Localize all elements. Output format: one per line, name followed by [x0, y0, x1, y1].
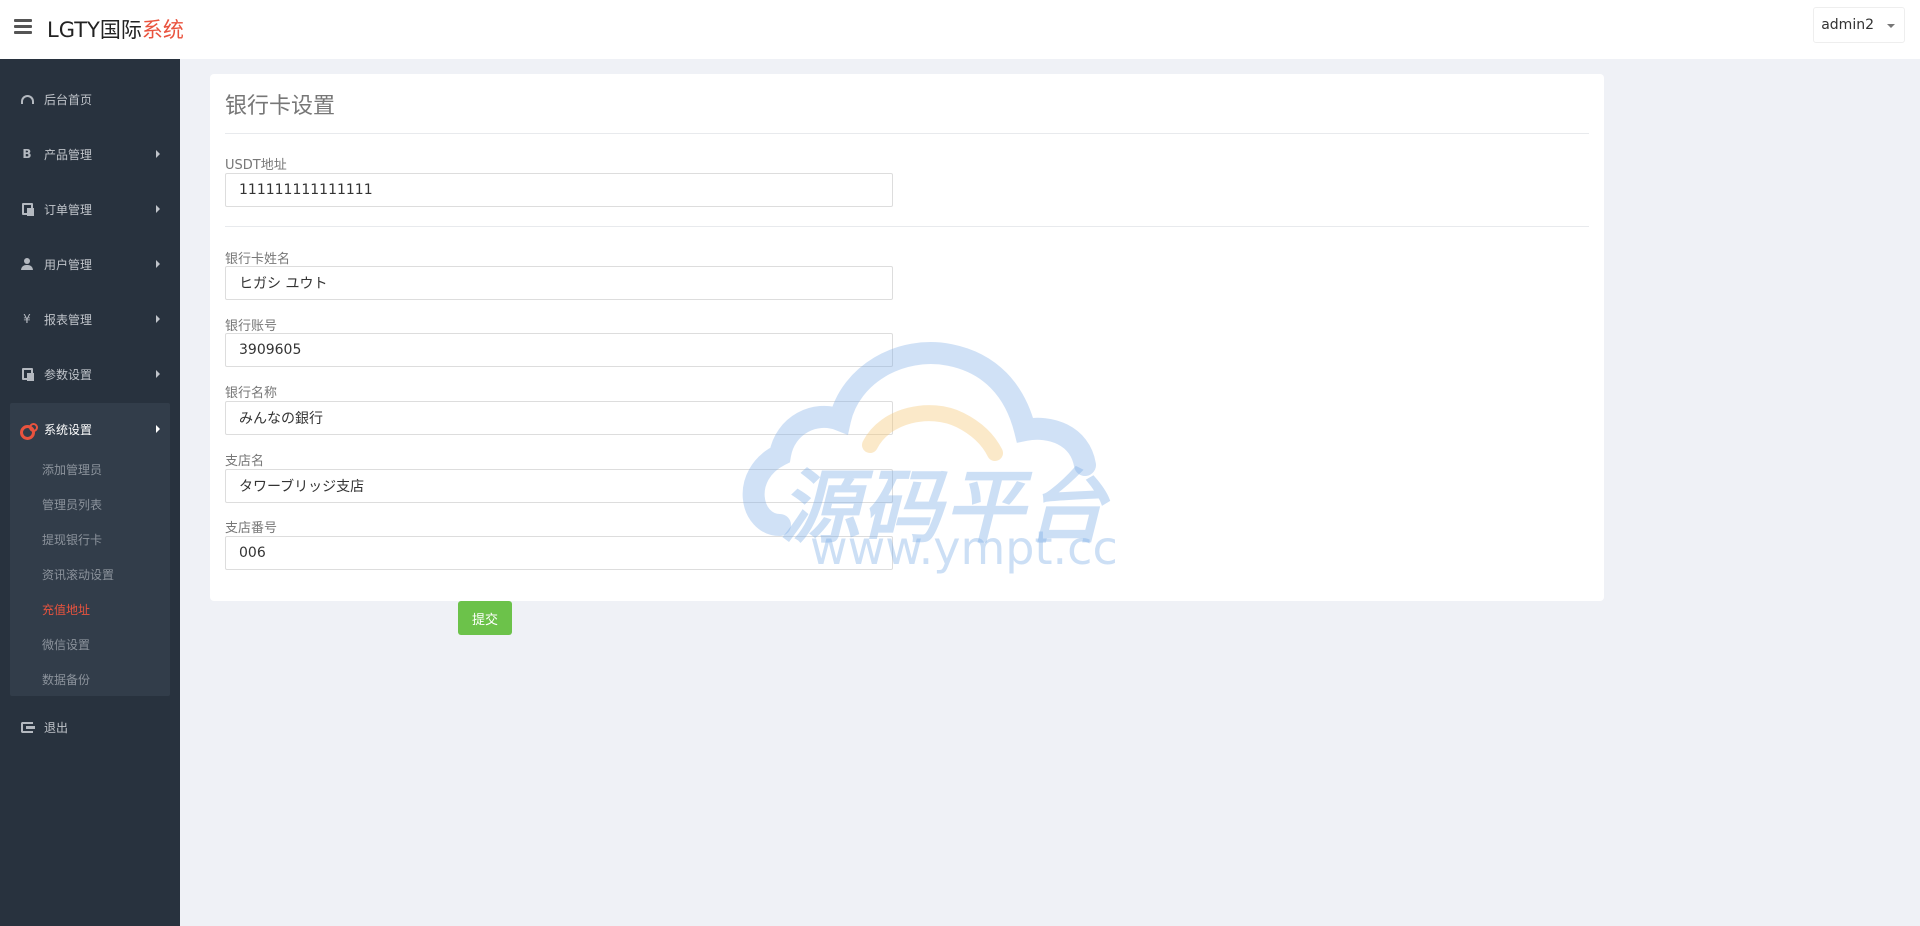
user-menu-dropdown[interactable]: admin2	[1813, 7, 1905, 43]
divider	[225, 226, 1589, 227]
bank-name-input[interactable]	[225, 401, 893, 435]
brand-accent: 系统	[141, 18, 184, 42]
chevron-right-icon	[156, 370, 160, 378]
caret-down-icon	[1887, 24, 1895, 28]
bitcoin-icon: B	[22, 147, 32, 161]
card-holder-name-label: 银行卡姓名	[225, 252, 291, 267]
submit-button[interactable]: 提交	[458, 601, 512, 635]
dashboard-icon	[20, 92, 34, 106]
branch-number-label: 支店番号	[225, 521, 278, 536]
sidebar-item-params[interactable]: 参数设置	[0, 359, 180, 389]
copy-icon	[20, 367, 34, 381]
sidebar-subitem-wechat[interactable]: 微信设置	[42, 636, 90, 653]
sidebar-subitem-bank-card[interactable]: 提现银行卡	[42, 531, 102, 548]
branch-name-label: 支店名	[225, 454, 265, 469]
sidebar-item-orders[interactable]: 订单管理	[0, 194, 180, 224]
sidebar-item-label: 订单管理	[44, 202, 93, 217]
divider	[225, 133, 1589, 134]
sidebar-item-label: 参数设置	[44, 367, 93, 382]
sidebar-subitem-news-scroll[interactable]: 资讯滚动设置	[42, 566, 114, 583]
copy-icon	[20, 202, 34, 216]
app-brand: LGTY国际系统	[47, 14, 184, 44]
page-title: 银行卡设置	[225, 94, 336, 119]
sidebar-item-label: 产品管理	[44, 147, 93, 162]
chevron-right-icon	[156, 425, 160, 433]
sidebar-item-system[interactable]: 系统设置	[0, 414, 180, 444]
user-icon	[20, 257, 34, 271]
chevron-right-icon	[156, 150, 160, 158]
chevron-right-icon	[156, 260, 160, 268]
bank-account-input[interactable]	[225, 333, 893, 367]
cogs-icon	[20, 422, 38, 440]
sidebar-subitem-recharge-address[interactable]: 充值地址	[42, 601, 90, 618]
sidebar-item-label: 系统设置	[44, 422, 93, 437]
sidebar-item-label: 用户管理	[44, 257, 93, 272]
sign-out-icon	[20, 720, 35, 734]
top-header: LGTY国际系统 admin2	[0, 0, 1920, 59]
sidebar-item-home[interactable]: 后台首页	[0, 84, 180, 114]
chevron-right-icon	[156, 315, 160, 323]
usdt-address-label: USDT地址	[225, 158, 287, 173]
card-holder-name-input[interactable]	[225, 266, 893, 300]
branch-number-input[interactable]	[225, 536, 893, 570]
sidebar-item-label: 报表管理	[44, 312, 93, 327]
sidebar-subitem-admin-list[interactable]: 管理员列表	[42, 496, 102, 513]
sidebar-item-products[interactable]: B 产品管理	[0, 139, 180, 169]
brand-main: LGTY国际	[47, 18, 142, 42]
user-name: admin2	[1821, 17, 1874, 33]
bank-name-label: 银行名称	[225, 386, 278, 401]
usdt-address-input[interactable]	[225, 173, 893, 207]
sidebar-item-users[interactable]: 用户管理	[0, 249, 180, 279]
bank-account-label: 银行账号	[225, 319, 278, 334]
yen-icon: ¥	[23, 312, 31, 326]
bank-card-settings-panel: 银行卡设置 USDT地址 银行卡姓名 银行账号 银行名称 支店名 支店番号	[210, 74, 1604, 601]
branch-name-input[interactable]	[225, 469, 893, 503]
menu-toggle-icon[interactable]	[14, 19, 32, 35]
sidebar-item-logout[interactable]: 退出	[0, 712, 180, 742]
sidebar-item-reports[interactable]: ¥ 报表管理	[0, 304, 180, 334]
sidebar-subitem-add-admin[interactable]: 添加管理员	[42, 461, 102, 478]
sidebar: 后台首页 B 产品管理 订单管理 用户管理 ¥ 报表管理 参数设置 系统设置 添…	[0, 59, 180, 926]
sidebar-item-label: 退出	[44, 720, 69, 735]
sidebar-item-label: 后台首页	[44, 92, 93, 107]
chevron-right-icon	[156, 205, 160, 213]
sidebar-subitem-backup[interactable]: 数据备份	[42, 671, 90, 688]
